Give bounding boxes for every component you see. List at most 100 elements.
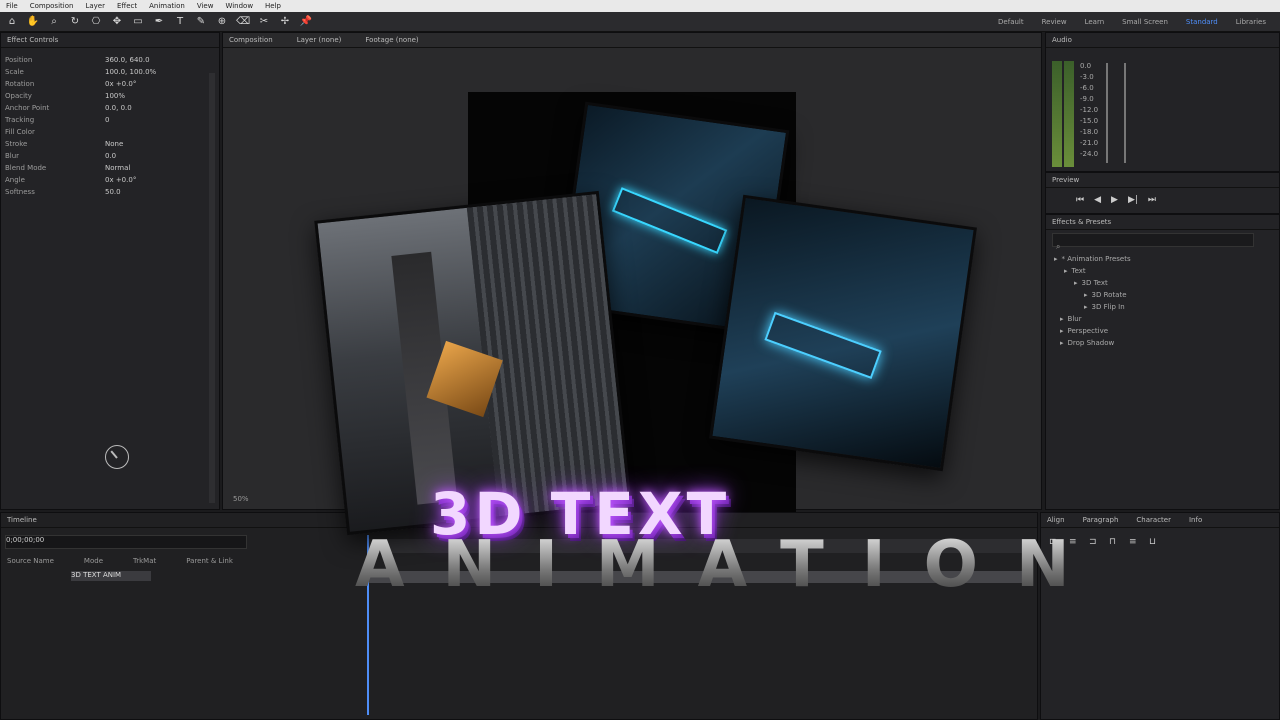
workspace-review[interactable]: Review (1042, 18, 1067, 26)
hand-tool-icon[interactable]: ✋ (27, 16, 39, 28)
puppet-tool-icon[interactable]: ✢ (279, 16, 291, 28)
tab-character[interactable]: Character (1136, 516, 1171, 524)
zoom-tool-icon[interactable]: ⌕ (48, 16, 60, 28)
db-tick-label: -21.0 (1080, 139, 1099, 147)
prop-label: Rotation (5, 80, 35, 88)
db-tick-label: 0.0 (1080, 62, 1092, 70)
prev-frame-icon[interactable]: ◀ (1094, 195, 1101, 205)
last-frame-icon[interactable]: ⏭ (1148, 195, 1156, 205)
prop-row: Softness 50.0 (1, 186, 219, 198)
scrollbar[interactable] (209, 73, 215, 503)
workspace-libraries[interactable]: Libraries (1236, 18, 1266, 26)
preset-tree-item[interactable]: ▸ * Animation Presets (1054, 253, 1131, 265)
volume-slider-left[interactable] (1106, 63, 1108, 163)
workspace-small-screen[interactable]: Small Screen (1122, 18, 1168, 26)
preset-tree-item[interactable]: ▸ Drop Shadow (1054, 337, 1131, 349)
first-frame-icon[interactable]: ⏮ (1076, 195, 1084, 205)
pan-tool-icon[interactable]: ✥ (111, 16, 123, 28)
prop-row: Tracking 0 (1, 114, 219, 126)
tab-info[interactable]: Info (1189, 516, 1202, 524)
pin-tool-icon[interactable]: 📌 (300, 16, 312, 28)
timeline-column-header[interactable]: Source Name (7, 557, 54, 565)
prop-value[interactable]: 100% (105, 92, 125, 100)
folder-icon: ▸ (1060, 315, 1064, 323)
prop-value[interactable]: 0.0, 0.0 (105, 104, 132, 112)
rect-tool-icon[interactable]: ▭ (132, 16, 144, 28)
next-frame-icon[interactable]: ▶| (1128, 195, 1138, 205)
eraser-tool-icon[interactable]: ⌫ (236, 16, 250, 28)
workspace-learn[interactable]: Learn (1085, 18, 1105, 26)
stamp-tool-icon[interactable]: ⊕ (216, 16, 228, 28)
tab-effect-controls[interactable]: Effect Controls (7, 36, 58, 44)
timecode-field[interactable]: 0;00;00;00 (5, 535, 247, 549)
tab-effects-presets[interactable]: Effects & Presets (1052, 218, 1111, 226)
prop-value[interactable]: 0x +0.0° (105, 176, 136, 184)
preset-tree-item[interactable]: ▸ 3D Flip In (1054, 301, 1131, 313)
camera-tool-icon[interactable]: ⎔ (90, 16, 102, 28)
tab-align[interactable]: Align (1047, 516, 1065, 524)
align-middle-icon[interactable]: ≡ (1129, 537, 1143, 547)
preset-label: Perspective (1067, 327, 1109, 335)
tab-preview[interactable]: Preview (1052, 176, 1079, 184)
preset-label: Drop Shadow (1067, 339, 1115, 347)
preset-tree-item[interactable]: ▸ 3D Text (1054, 277, 1131, 289)
prop-label: Softness (5, 188, 35, 196)
menu-item-effect[interactable]: Effect (117, 2, 137, 10)
tab-composition[interactable]: Composition (229, 36, 273, 44)
tools-toolbar: ⌂ ✋ ⌕ ↻ ⎔ ✥ ▭ ✒ T ✎ ⊕ ⌫ ✂ ✢ 📌 Default Review Learn Small … (0, 12, 1280, 32)
workspace-switcher: Default Review Learn Small Screen Standard Li… (998, 18, 1280, 26)
prop-value[interactable]: 0x +0.0° (105, 80, 136, 88)
rotate-tool-icon[interactable]: ↻ (69, 16, 81, 28)
menu-item-view[interactable]: View (197, 2, 214, 10)
preset-tree-item[interactable]: ▸ Text (1054, 265, 1131, 277)
pen-tool-icon[interactable]: ✒ (153, 16, 165, 28)
prop-row: Anchor Point 0.0, 0.0 (1, 102, 219, 114)
play-icon[interactable]: ▶ (1111, 195, 1118, 205)
menu-item-file[interactable]: File (6, 2, 18, 10)
folder-icon: ▸ (1060, 339, 1064, 347)
roto-tool-icon[interactable]: ✂ (258, 16, 270, 28)
prop-value[interactable]: 0 (105, 116, 109, 124)
volume-slider-right[interactable] (1124, 63, 1126, 163)
zoom-level[interactable]: 50% (233, 495, 249, 503)
text-tool-icon[interactable]: T (174, 16, 186, 28)
db-tick-label: -15.0 (1080, 117, 1099, 125)
workspace-default[interactable]: Default (998, 18, 1024, 26)
tab-layer[interactable]: Layer (none) (297, 36, 342, 44)
prop-label: Scale (5, 68, 24, 76)
tab-paragraph[interactable]: Paragraph (1083, 516, 1119, 524)
timeline-column-header[interactable]: Mode (84, 557, 103, 565)
prop-value[interactable]: Normal (105, 164, 130, 172)
prop-value[interactable]: None (105, 140, 123, 148)
prop-value[interactable]: 100.0, 100.0% (105, 68, 156, 76)
menu-item-composition[interactable]: Composition (30, 2, 74, 10)
brush-tool-icon[interactable]: ✎ (195, 16, 207, 28)
prop-value[interactable]: 0.0 (105, 152, 116, 160)
tab-timeline[interactable]: Timeline (7, 516, 37, 524)
home-tool-icon[interactable]: ⌂ (6, 16, 18, 28)
menu-item-window[interactable]: Window (225, 2, 253, 10)
tab-footage[interactable]: Footage (none) (365, 36, 418, 44)
align-bottom-icon[interactable]: ⊔ (1149, 537, 1163, 547)
prop-value[interactable]: 360.0, 640.0 (105, 56, 150, 64)
prop-value[interactable]: 50.0 (105, 188, 121, 196)
angle-dial[interactable] (105, 445, 129, 469)
timeline-column-header[interactable]: TrkMat (133, 557, 156, 565)
layer-name[interactable]: 3D TEXT ANIM (71, 571, 151, 581)
workspace-standard[interactable]: Standard (1186, 18, 1218, 26)
effects-search-input[interactable]: ⌕ (1052, 233, 1254, 251)
prop-label: Blend Mode (5, 164, 47, 172)
timeline-column-header[interactable]: Parent & Link (186, 557, 233, 565)
prop-row: Blur 0.0 (1, 150, 219, 162)
menu-item-animation[interactable]: Animation (149, 2, 185, 10)
prop-label: Blur (5, 152, 20, 160)
preset-tree-item[interactable]: ▸ Blur (1054, 313, 1131, 325)
preset-label: Text (1071, 267, 1086, 275)
menu-bar: File Composition Layer Effect Animation View W… (0, 0, 1280, 12)
align-top-icon[interactable]: ⊓ (1109, 537, 1123, 547)
menu-item-layer[interactable]: Layer (85, 2, 105, 10)
tab-audio[interactable]: Audio (1052, 36, 1072, 44)
preset-tree-item[interactable]: ▸ 3D Rotate (1054, 289, 1131, 301)
preset-tree-item[interactable]: ▸ Perspective (1054, 325, 1131, 337)
menu-item-help[interactable]: Help (265, 2, 281, 10)
